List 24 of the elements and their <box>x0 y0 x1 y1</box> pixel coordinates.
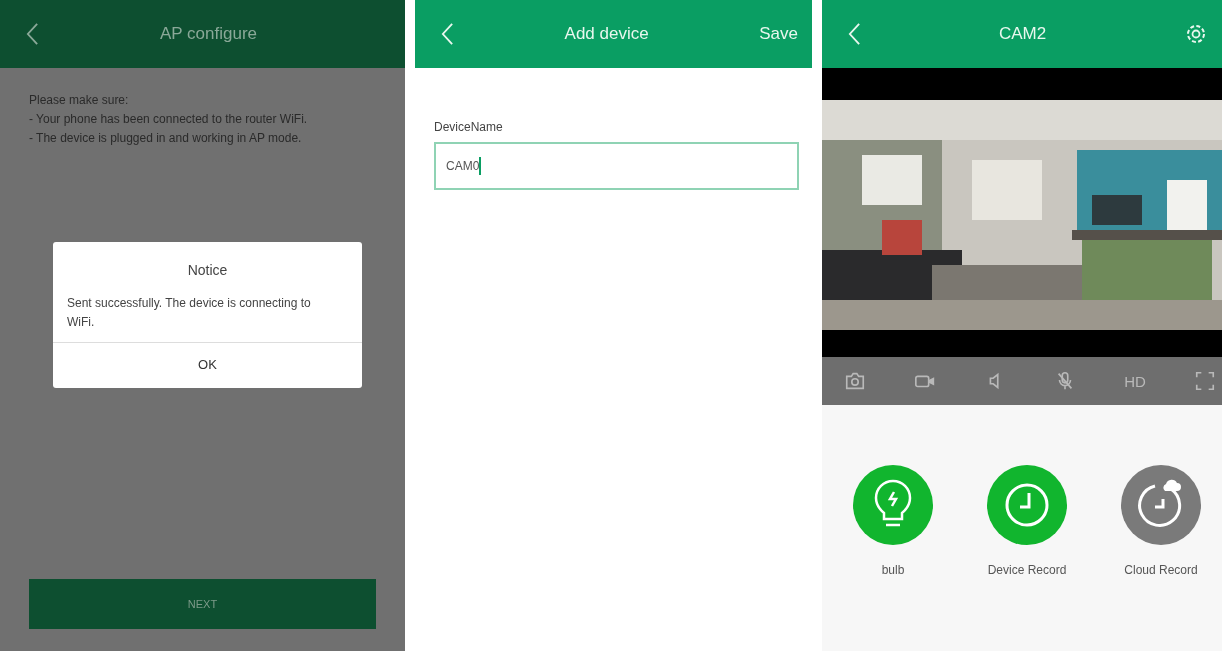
next-button[interactable]: NEXT <box>29 579 376 629</box>
camera-icon[interactable] <box>844 370 866 392</box>
dialog-title: Notice <box>186 261 229 280</box>
bulb-icon[interactable] <box>853 465 933 545</box>
feature-label: bulb <box>881 563 905 577</box>
instruction-text: - The device is plugged in and working in AP mode. <box>29 130 303 147</box>
device-name-field[interactable]: CAM0 <box>434 142 799 190</box>
instruction-text: - Your phone has been connected to the router WiFi. <box>29 111 309 128</box>
field-label: DeviceName <box>434 120 504 134</box>
screen-title: Add device <box>563 24 650 44</box>
feature-label: Device Record <box>987 563 1067 577</box>
save-button[interactable]: Save <box>759 24 798 44</box>
feature-label: Cloud Record <box>1124 563 1198 577</box>
dialog-message: Sent successfully. The device is connecting to WiFi. <box>53 294 362 343</box>
back-icon[interactable] <box>26 21 39 47</box>
ok-button[interactable]: OK <box>53 343 362 388</box>
record-icon[interactable] <box>987 465 1067 545</box>
screen-title: CAM2 <box>997 24 1048 44</box>
settings-icon[interactable] <box>1184 22 1208 46</box>
cloud-icon[interactable] <box>1121 465 1201 545</box>
instruction-text: Please make sure: <box>29 92 130 109</box>
hd-button[interactable]: HD <box>1124 372 1146 390</box>
fullscreen-icon[interactable] <box>1194 370 1216 392</box>
screen-title: AP configure <box>159 24 258 44</box>
